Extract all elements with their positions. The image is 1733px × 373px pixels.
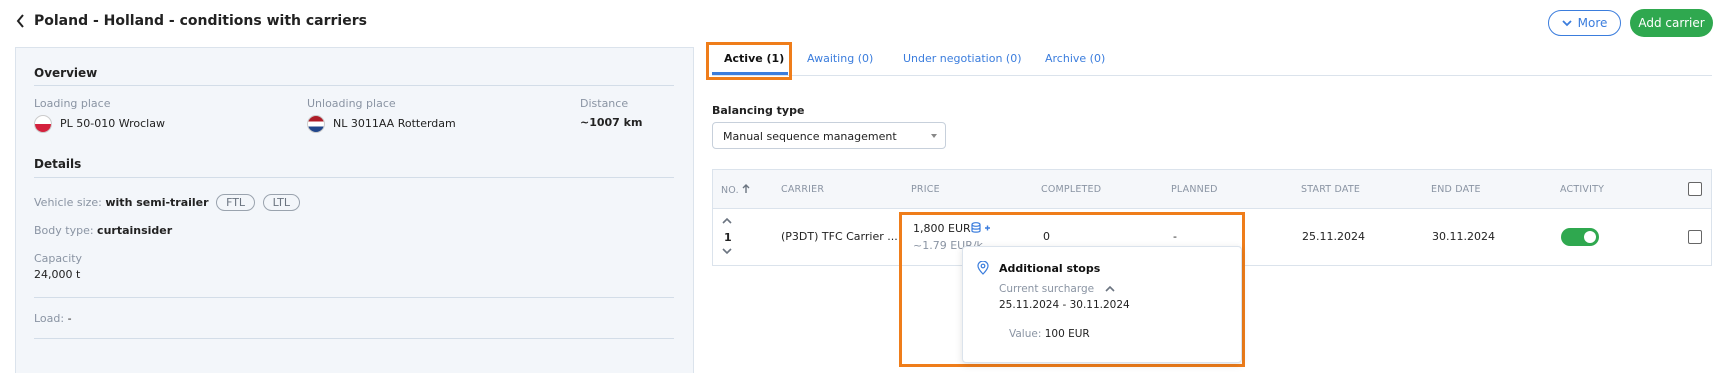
loading-place-label: Loading place [34,97,111,110]
poland-flag-icon [34,115,52,133]
col-start-date: START DATE [1301,184,1361,195]
netherlands-flag-icon [307,115,325,133]
chevron-up-icon [1105,285,1116,292]
popover-title: Additional stops [999,262,1101,275]
ltl-pill: LTL [262,194,301,211]
capacity-divider [34,297,674,298]
sort-arrow-up-icon [742,184,750,193]
vehicle-size-value: with semi-trailer [105,196,209,209]
unloading-place-value: NL 3011AA Rotterdam [307,115,456,133]
more-button-label: More [1577,16,1608,30]
move-down-icon[interactable] [722,246,732,256]
tab-archive[interactable]: Archive (0) [1045,52,1105,65]
tab-under-negotiation[interactable]: Under negotiation (0) [903,52,1022,65]
col-completed: COMPLETED [1041,184,1102,195]
popover-subtitle-text: Current surcharge [999,283,1095,295]
col-end-date: END DATE [1431,184,1481,195]
load-row: Load: - [34,312,72,325]
balancing-type-label: Balancing type [712,104,805,117]
add-carrier-button[interactable]: Add carrier [1630,9,1713,37]
vehicle-size-label: Vehicle size: [34,196,102,209]
move-up-icon[interactable] [722,216,732,226]
overview-divider [34,85,674,86]
distance-label: Distance [580,97,629,110]
popover-value: 100 EUR [1044,328,1090,340]
col-carrier: CARRIER [781,184,825,195]
popover-subtitle[interactable]: Current surcharge [999,283,1116,295]
body-type-label: Body type: [34,224,94,237]
back-arrow-icon[interactable] [16,14,26,28]
balancing-type-value: Manual sequence management [723,130,897,143]
row-checkbox[interactable] [1688,230,1702,244]
body-type-value: curtainsider [97,224,173,237]
tab-bar: Active (1) Awaiting (0) Under negotiatio… [712,43,1712,76]
route-info-panel: Overview Loading place PL 50-010 Wroclaw… [15,47,694,373]
tab-awaiting[interactable]: Awaiting (0) [807,52,873,65]
col-no-label: NO. [721,185,739,196]
row-number: 1 [724,231,732,244]
surcharge-popover: Additional stops Current surcharge 25.11… [962,246,1242,363]
details-title: Details [34,157,82,171]
popover-value-label: Value: [1009,328,1042,340]
col-price: PRICE [911,184,940,195]
ftl-pill: FTL [216,194,256,211]
unloading-place-text: NL 3011AA Rotterdam [333,117,456,130]
location-pin-icon [977,261,989,275]
details-divider [34,177,674,178]
unloading-place-label: Unloading place [307,97,396,110]
distance-value: ~1007 km [580,116,643,129]
active-tab-highlight [706,42,792,80]
table-header: NO. CARRIER PRICE COMPLETED PLANNED STAR… [713,170,1711,209]
capacity-label: Capacity [34,252,83,265]
activity-toggle[interactable] [1561,228,1599,246]
col-activity: ACTIVITY [1560,184,1605,195]
loading-place-text: PL 50-010 Wroclaw [60,117,165,130]
load-label: Load: [34,312,65,325]
body-type-row: Body type: curtainsider [34,224,172,237]
caret-down-icon [931,134,937,138]
end-date-value: 30.11.2024 [1432,230,1495,243]
start-date-value: 25.11.2024 [1302,230,1365,243]
page-title: Poland - Holland - conditions with carri… [34,13,367,29]
load-divider [34,338,674,339]
vehicle-size-row: Vehicle size: with semi-trailer FTL LTL [34,194,301,211]
chevron-down-icon [1561,19,1572,26]
popover-value-row: Value: 100 EUR [1009,328,1090,340]
select-all-checkbox[interactable] [1688,182,1702,196]
balancing-type-select[interactable]: Manual sequence management [712,122,946,149]
loading-place-value: PL 50-010 Wroclaw [34,115,165,133]
capacity-value: 24,000 t [34,268,81,281]
more-button[interactable]: More [1548,10,1621,36]
col-no[interactable]: NO. [721,184,750,196]
overview-title: Overview [34,66,98,80]
carrier-name[interactable]: (P3DT) TFC Carrier ... [781,230,898,243]
popover-dates: 25.11.2024 - 30.11.2024 [999,299,1130,311]
col-planned: PLANNED [1171,184,1218,195]
load-value: - [67,312,72,325]
page-header: Poland - Holland - conditions with carri… [16,13,367,29]
